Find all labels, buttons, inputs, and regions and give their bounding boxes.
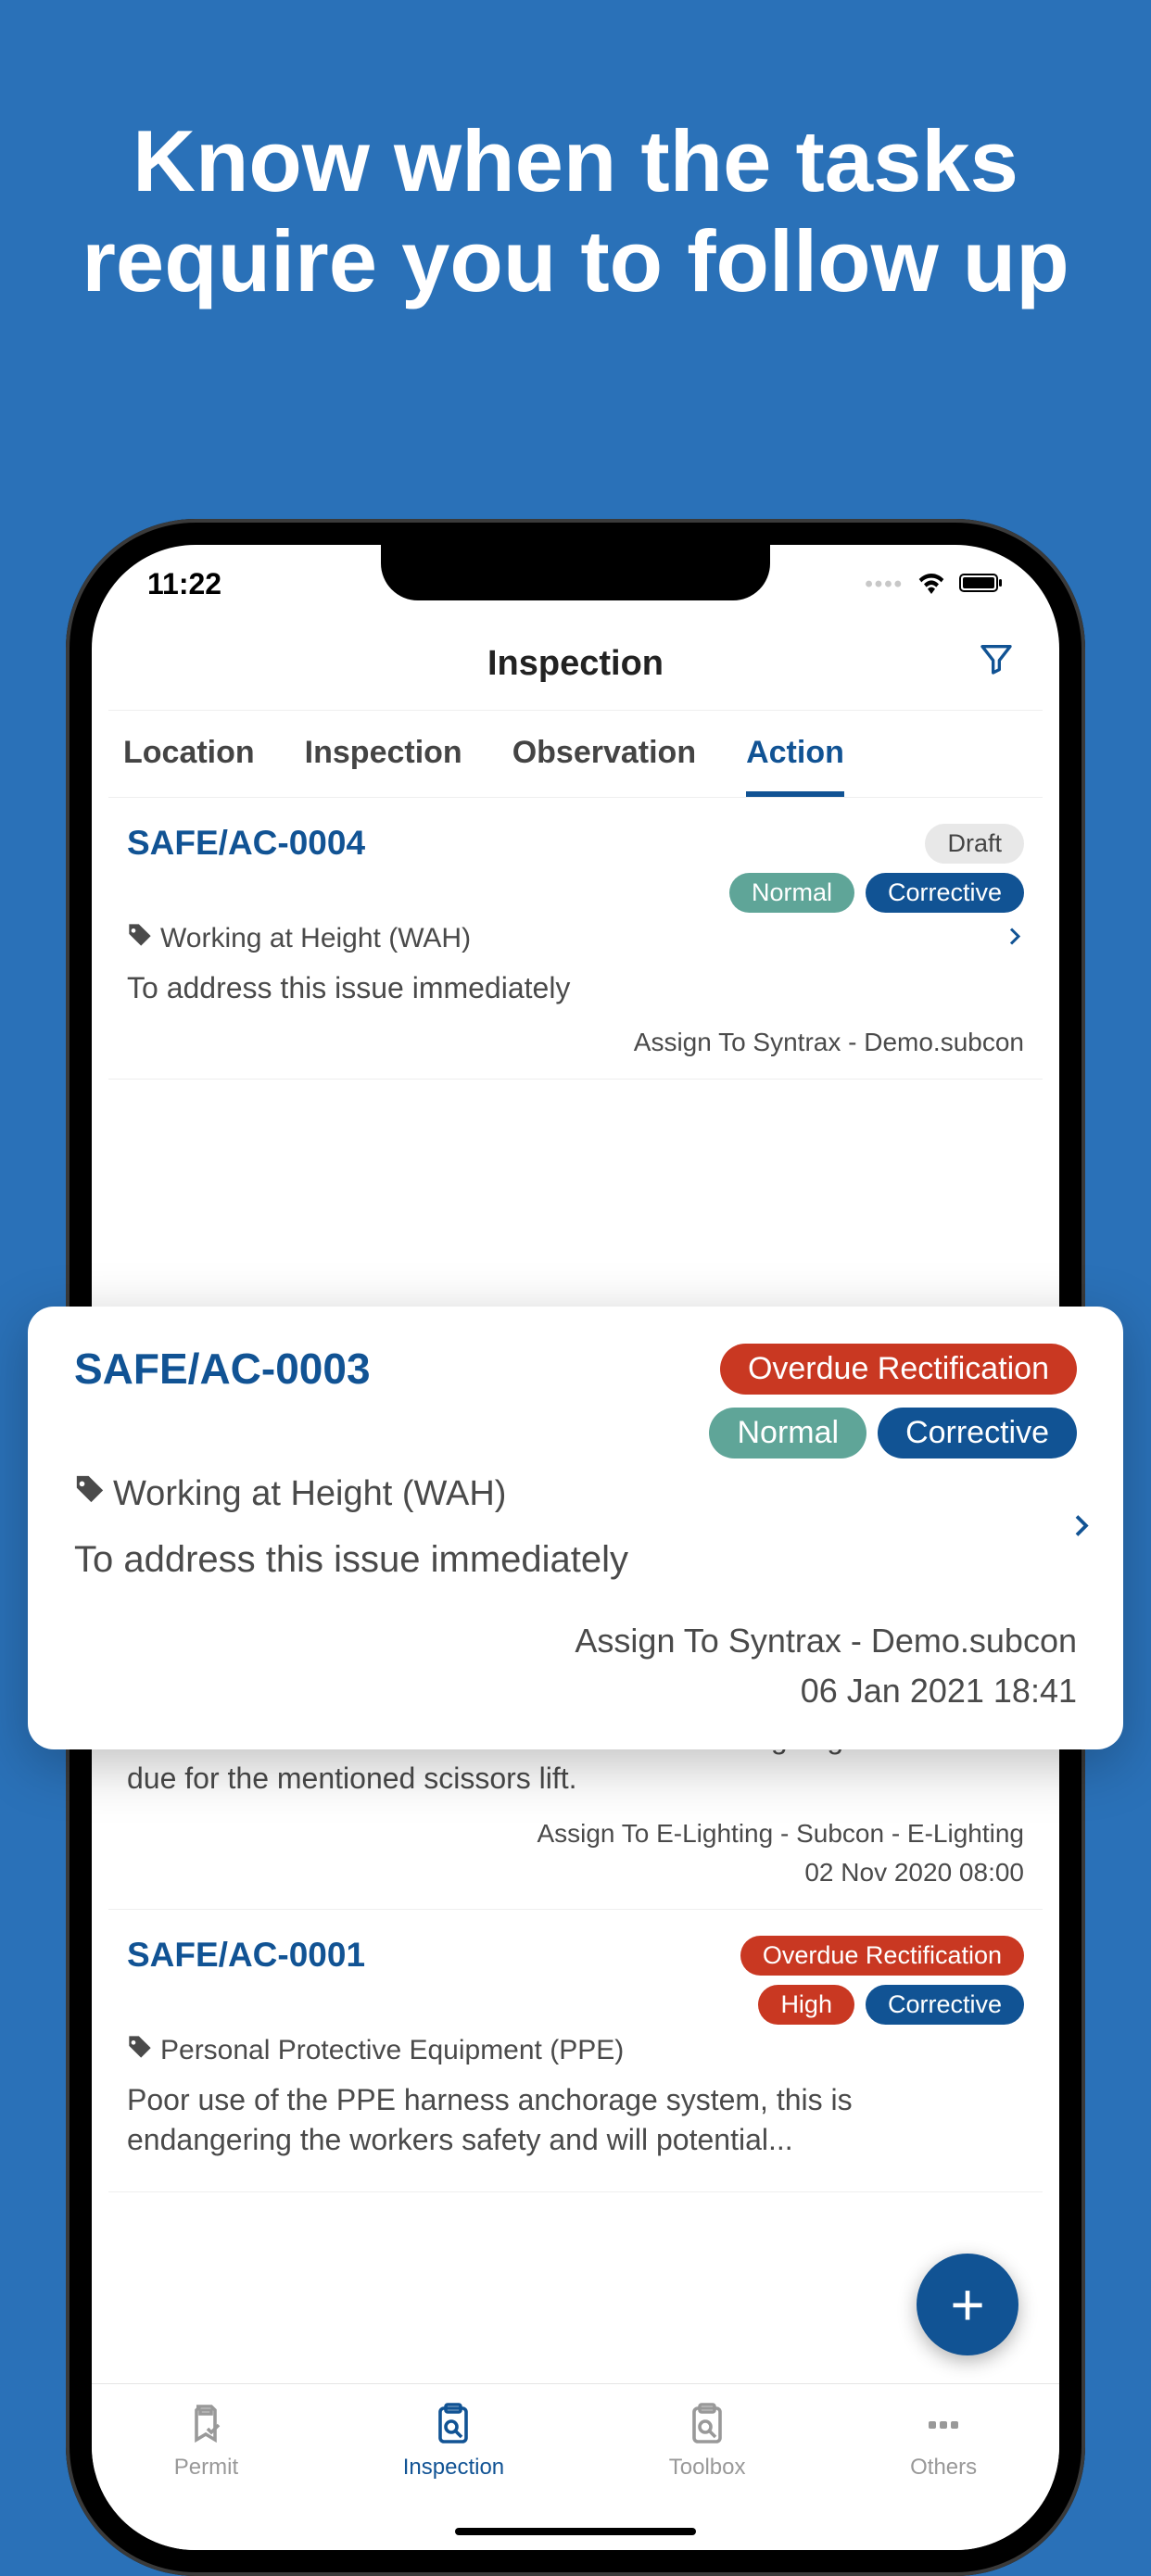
tab-bar: Location Inspection Observation Action: [108, 711, 1043, 798]
chevron-right-icon: [1068, 1508, 1095, 1549]
filter-icon: [978, 640, 1015, 677]
chevron-right-icon: [1004, 925, 1026, 952]
action-id: SAFE/AC-0003: [74, 1344, 371, 1394]
action-description: To address this issue immediately: [127, 968, 1024, 1008]
battery-icon: [959, 567, 1004, 601]
tag-icon: [74, 1473, 106, 1514]
nav-others[interactable]: Others: [910, 2403, 977, 2550]
marketing-title: Know when the tasks require you to follo…: [0, 0, 1151, 311]
action-description: To address this issue immediately: [74, 1534, 1077, 1585]
status-badge: Overdue Rectification: [740, 1936, 1024, 1976]
nav-label: Others: [910, 2455, 977, 2481]
add-button[interactable]: +: [917, 2254, 1018, 2355]
action-meta: Assign To Syntrax - Demo.subcon: [127, 1023, 1024, 1062]
status-badge: Overdue Rectification: [720, 1344, 1077, 1395]
inspection-icon: [431, 2403, 475, 2447]
page-title: Inspection: [487, 644, 664, 684]
action-description: Poor use of the PPE harness anchorage sy…: [127, 2080, 1024, 2160]
home-indicator: [455, 2528, 696, 2535]
action-category: Working at Height (WAH): [74, 1473, 1077, 1514]
status-time: 11:22: [147, 567, 221, 601]
bottom-navbar: Permit Inspection Toolbox Others: [92, 2383, 1059, 2550]
category-label: Working at Height (WAH): [160, 923, 471, 954]
tag-icon: [127, 922, 153, 955]
action-card[interactable]: SAFE/AC-0004 Draft Normal Corrective Wor…: [108, 798, 1043, 1080]
type-badge: Corrective: [878, 1408, 1077, 1458]
category-label: Working at Height (WAH): [113, 1474, 506, 1514]
priority-badge: High: [758, 1985, 854, 2025]
plus-icon: +: [950, 2270, 984, 2339]
action-id: SAFE/AC-0001: [127, 1936, 365, 1975]
filter-button[interactable]: [978, 640, 1015, 682]
page-header: Inspection: [108, 601, 1043, 711]
tag-icon: [127, 2034, 153, 2067]
more-icon: [921, 2403, 966, 2447]
status-badge: Draft: [925, 824, 1024, 864]
nav-label: Inspection: [403, 2455, 504, 2481]
action-category: Personal Protective Equipment (PPE): [127, 2034, 1024, 2067]
tab-observation[interactable]: Observation: [512, 735, 696, 797]
type-badge: Corrective: [866, 1985, 1024, 2025]
priority-badge: Normal: [729, 873, 854, 913]
tab-inspection[interactable]: Inspection: [305, 735, 462, 797]
action-card[interactable]: SAFE/AC-0001 Overdue Rectification High …: [108, 1910, 1043, 2192]
tab-action[interactable]: Action: [746, 735, 844, 797]
type-badge: Corrective: [866, 873, 1024, 913]
action-category: Working at Height (WAH): [127, 922, 1024, 955]
priority-badge: Normal: [709, 1408, 866, 1458]
status-indicators: ••••: [865, 567, 1004, 601]
action-card-highlighted[interactable]: SAFE/AC-0003 Overdue Rectification Norma…: [28, 1307, 1123, 1749]
permit-icon: [183, 2403, 228, 2447]
category-label: Personal Protective Equipment (PPE): [160, 2035, 624, 2066]
action-id: SAFE/AC-0004: [127, 824, 365, 863]
nav-label: Toolbox: [669, 2455, 746, 2481]
tab-location[interactable]: Location: [123, 735, 255, 797]
action-meta: Assign To E-Lighting - Subcon - E-Lighti…: [127, 1814, 1024, 1892]
cellular-icon: ••••: [865, 572, 904, 598]
wifi-icon: [917, 567, 946, 601]
nav-permit[interactable]: Permit: [174, 2403, 238, 2550]
action-meta: Assign To Syntrax - Demo.subcon06 Jan 20…: [74, 1616, 1077, 1716]
device-notch: [381, 545, 770, 600]
toolbox-icon: [685, 2403, 729, 2447]
nav-label: Permit: [174, 2455, 238, 2481]
